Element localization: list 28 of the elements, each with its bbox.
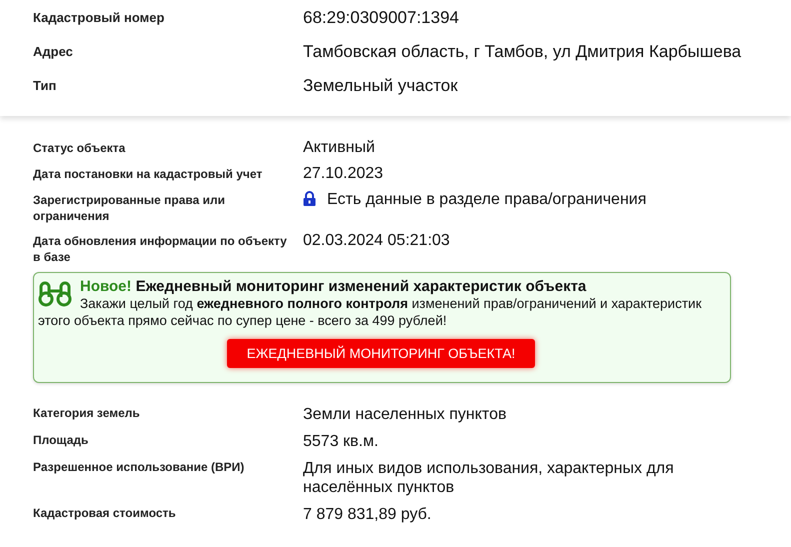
field-label: Категория земель: [33, 405, 141, 422]
field-label: Кадастровая стоимость: [33, 505, 177, 522]
lock-icon: [303, 191, 316, 206]
field-value: Активный: [303, 138, 375, 157]
field-value: 5573 кв.м.: [303, 432, 380, 451]
binoculars-icon: [38, 281, 72, 307]
field-value: 27.10.2023: [303, 164, 384, 183]
new-label: Новое!: [80, 278, 132, 295]
field-label: Кадастровый номер: [33, 9, 166, 26]
field-value: 02.03.2024 05:21:03: [303, 231, 450, 250]
promo-title: Ежедневный мониторинг изменений характеристик объекта: [136, 278, 586, 295]
field-value: Земельный участок: [303, 76, 459, 95]
monitoring-button[interactable]: ЕЖЕДНЕВНЫЙ МОНИТОРИНГ ОБЪЕКТА!: [226, 339, 536, 368]
field-value: Есть данные в разделе права/ограничения: [327, 190, 646, 209]
field-label: Площадь: [33, 432, 90, 449]
field-label: Тип: [33, 77, 58, 94]
field-label: Зарегистрированные права или ограничения: [33, 192, 226, 224]
field-value: Земли населенных пунктов: [303, 405, 508, 424]
field-value: Для иных видов использования, характерных для населённых пунктов: [303, 459, 675, 497]
field-label: Дата обновления информации по объекту в базе: [33, 233, 288, 265]
field-value: Тамбовская область, г Тамбов, ул Дмитрия Карбышева: [303, 42, 742, 61]
field-label: Разрешенное использование (ВРИ): [33, 459, 246, 476]
field-label: Дата постановки на кадастровый учет: [33, 166, 264, 183]
promo-text: Закажи целый год ежедневного полного контроля изменений прав/ограничений и характеристик этого объекта прямо сейчас по супер цене - всего за 499 рублей!: [38, 295, 702, 329]
field-value: 68:29:0309007:1394: [303, 8, 460, 27]
field-label: Адрес: [33, 43, 74, 60]
field-label: Статус объекта: [33, 140, 126, 157]
field-value: 7 879 831,89 руб.: [303, 505, 432, 524]
